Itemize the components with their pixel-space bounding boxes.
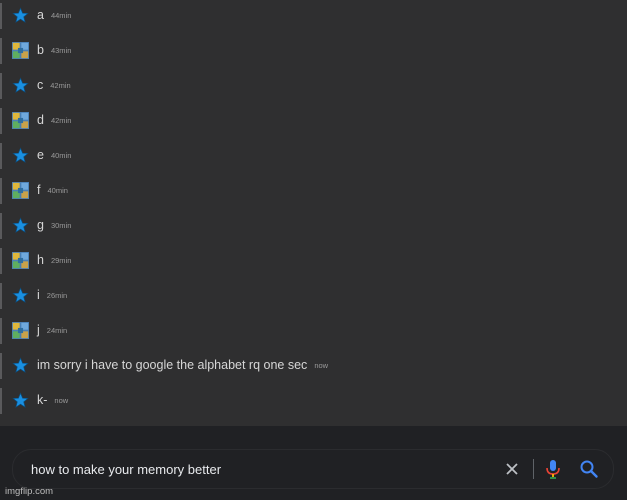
message-row: e 40min: [0, 140, 627, 172]
star-icon: [12, 357, 29, 373]
message-bar: [0, 178, 2, 204]
message-bar: [0, 3, 2, 29]
chat-log: a 44min b 43min c 42min d 42min e 40min f 40mi…: [0, 0, 627, 426]
message-bar: [0, 73, 2, 99]
message-row: k-now: [0, 385, 627, 417]
message-text: f: [37, 183, 41, 197]
message-text: c: [37, 78, 44, 92]
message-bar: [0, 248, 2, 274]
search-divider: [533, 459, 534, 479]
message-bar: [0, 388, 2, 414]
message-time: 24min: [46, 326, 68, 335]
message-time: 40min: [47, 186, 68, 195]
message-time: 43min: [50, 46, 72, 55]
message-bar: [0, 283, 2, 309]
star-icon: [12, 7, 29, 23]
image-avatar-icon: [12, 42, 29, 59]
message-row: j 24min: [0, 315, 627, 347]
message-time: now: [54, 396, 69, 405]
message-text: h: [37, 253, 44, 267]
message-row: h 29min: [0, 245, 627, 277]
message-time: now: [314, 361, 329, 370]
message-time: 40min: [50, 151, 72, 160]
search-box[interactable]: [12, 449, 614, 489]
message-bar: [0, 353, 2, 379]
message-text: d: [37, 113, 44, 127]
star-icon: [12, 147, 29, 163]
message-bar: [0, 213, 2, 239]
message-bar: [0, 318, 2, 344]
star-icon: [12, 217, 29, 233]
message-row: c 42min: [0, 70, 627, 102]
search-icon[interactable]: [579, 459, 599, 479]
message-time: 42min: [50, 81, 71, 90]
search-input[interactable]: [31, 460, 471, 478]
message-text: e: [37, 148, 44, 162]
message-row: d 42min: [0, 105, 627, 137]
message-time: 30min: [50, 221, 72, 230]
message-row: f 40min: [0, 175, 627, 207]
message-text: a: [37, 8, 44, 22]
message-bar: [0, 108, 2, 134]
message-bar: [0, 38, 2, 64]
image-avatar-icon: [12, 252, 29, 269]
message-text: b: [37, 43, 44, 57]
star-icon: [12, 77, 29, 93]
image-avatar-icon: [12, 112, 29, 129]
message-bar: [0, 143, 2, 169]
message-time: 26min: [46, 291, 68, 300]
message-text: k-: [37, 393, 48, 407]
message-text: g: [37, 218, 44, 232]
star-icon: [12, 287, 29, 303]
star-icon: [12, 392, 29, 408]
message-time: 44min: [50, 11, 72, 20]
message-time: 29min: [50, 256, 72, 265]
image-avatar-icon: [12, 322, 29, 339]
message-time: 42min: [50, 116, 72, 125]
watermark: imgflip.com: [5, 486, 54, 497]
mic-icon[interactable]: [544, 459, 562, 479]
message-row: a 44min: [0, 0, 627, 32]
message-row: i 26min: [0, 280, 627, 312]
message-text: j: [37, 323, 40, 337]
message-row: g 30min: [0, 210, 627, 242]
message-row: im sorry i have to google the alphabet r…: [0, 350, 627, 382]
clear-icon[interactable]: [503, 460, 521, 478]
message-text: im sorry i have to google the alphabet r…: [37, 358, 308, 372]
message-row: b 43min: [0, 35, 627, 67]
message-text: i: [37, 288, 40, 302]
image-avatar-icon: [12, 182, 29, 199]
